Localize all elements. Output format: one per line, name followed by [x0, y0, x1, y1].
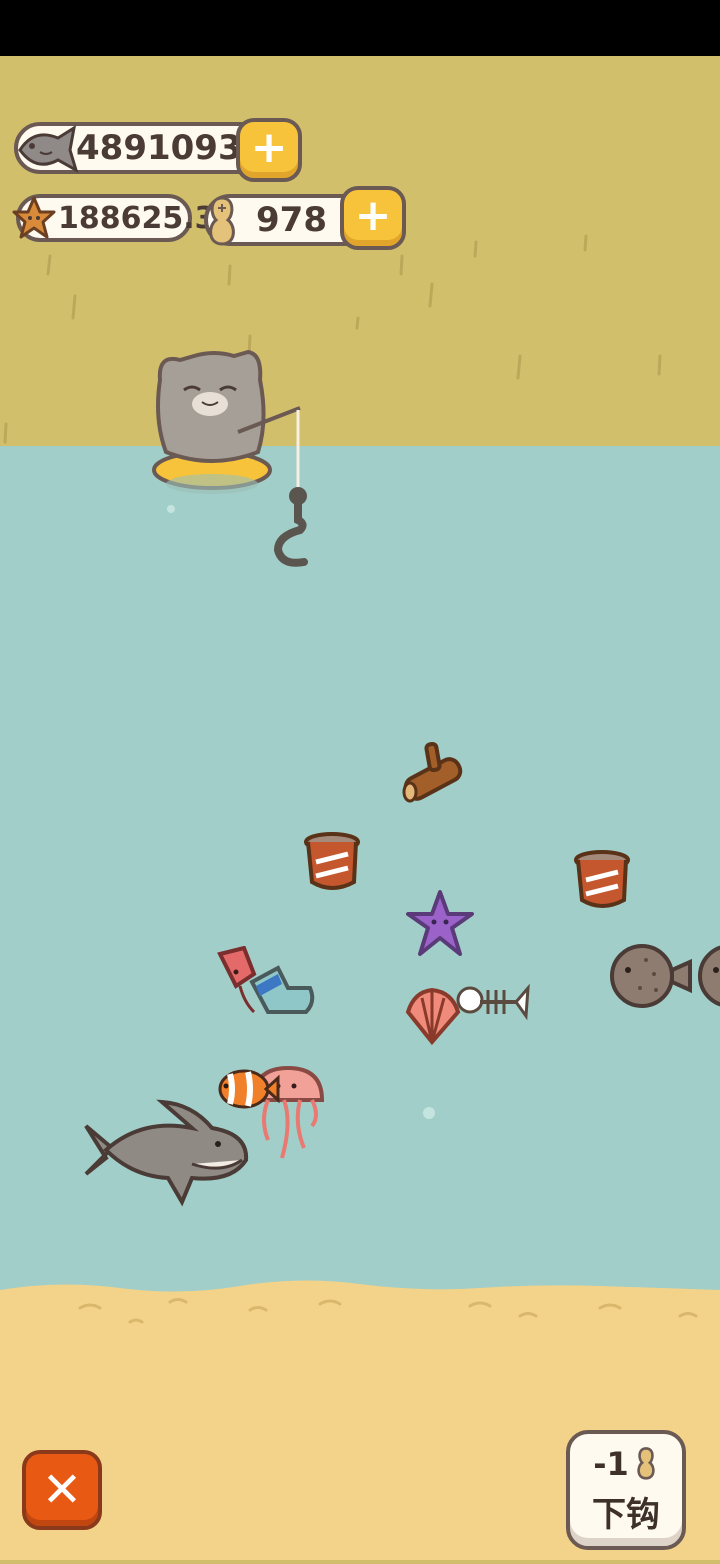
fish-icon: [18, 124, 79, 174]
status-bar: [0, 0, 720, 56]
shark: [84, 1099, 249, 1207]
fish-bone-item: [456, 983, 530, 1021]
cast-hook-label: 下钩: [592, 1494, 660, 1535]
close-icon: ✕: [41, 1462, 83, 1518]
fishing-hook: [273, 480, 308, 567]
tin-can-item: [574, 850, 630, 908]
plus-icon: +: [354, 190, 392, 241]
peanut-icon: [637, 1446, 655, 1480]
pufferfish: [698, 945, 720, 1007]
pallas-cat-fisher: [152, 349, 301, 494]
cast-cost: -1: [593, 1445, 659, 1483]
cast-cost-value: -1: [593, 1444, 629, 1483]
grass-shore: [0, 56, 720, 448]
grass-strokes: [3, 234, 662, 444]
pufferfish: [610, 944, 692, 1008]
cast-hook-button[interactable]: -1 下钩: [566, 1430, 686, 1550]
old-boot-item: [249, 965, 315, 1014]
purple-starfish: [406, 890, 474, 956]
seashell: [405, 987, 461, 1046]
close-button[interactable]: ✕: [22, 1450, 102, 1530]
add-fish-button[interactable]: +: [236, 118, 302, 182]
plus-icon: +: [250, 122, 288, 173]
add-peanut-button[interactable]: +: [340, 186, 406, 250]
starfish-icon: [12, 196, 56, 239]
peanut-icon: [209, 196, 235, 246]
peanut-count: 978: [256, 200, 327, 240]
tin-can-item: [304, 832, 360, 890]
star-count: 188625.3: [58, 200, 216, 236]
bubble: [167, 505, 175, 513]
bubble: [423, 1107, 435, 1119]
driftwood-item: [402, 741, 463, 803]
star-currency-counter: 188625.3: [12, 194, 216, 242]
fish-currency-counter: 48910937: [14, 122, 268, 174]
